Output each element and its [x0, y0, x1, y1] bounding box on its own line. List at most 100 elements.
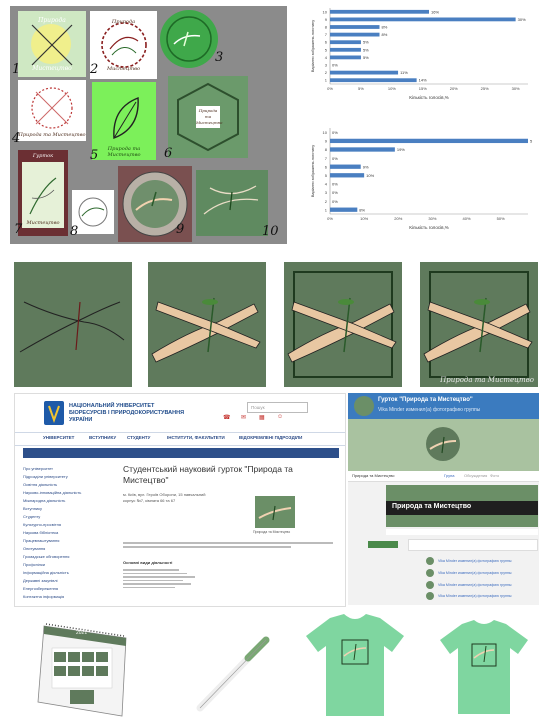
variant-number-6: 6 [164, 146, 173, 161]
variant-6-text-3: Мистецтво [196, 120, 223, 125]
sidebar-item-student[interactable]: Студенту [23, 514, 40, 519]
site-main-nav: УНІВЕРСИТЕТ ВСТУПНИКУ СТУДЕНТУ ІНСТИТУТИ… [15, 432, 345, 446]
group-left-tab[interactable]: Природа та Мистецтво [352, 473, 395, 478]
tab-group[interactable]: Група [444, 473, 455, 478]
tab-discussions[interactable]: Обсуждения [464, 473, 487, 478]
nav-institutes[interactable]: ІНСТИТУТИ, ФАКУЛЬТЕТИ [167, 435, 225, 440]
mail-icon[interactable]: ✉ [241, 414, 246, 421]
variant-number-9: 9 [176, 222, 185, 237]
hand-sketch-2-drawing [151, 297, 261, 363]
sidebar-item-contacts[interactable]: Контактна інформація [23, 594, 64, 599]
group-title[interactable]: Гурток "Природа та Мистецтво" [378, 397, 473, 403]
chart-2-y-tick-4: 6 [325, 164, 328, 169]
sidebar-item-applicant[interactable]: Вступнику [23, 506, 42, 511]
university-crest-icon [44, 401, 64, 425]
vote-chart-1: 0% 5% 10% 15% 20% 25% 30%10 16%9 30%8 8%7 8%6 5%5 5%… [308, 4, 536, 102]
variant-tile-1: Природа Мистецтво [18, 11, 86, 77]
user-icon[interactable]: ☺ [277, 414, 283, 420]
nav-university[interactable]: УНІВЕРСИТЕТ [43, 435, 74, 440]
chart-1-x-tick-6: 30% [512, 86, 520, 91]
sidebar-item-info[interactable]: Інформаційна діяльність [23, 570, 69, 575]
chart-1-bar-4 [330, 40, 361, 45]
chart-2-data-label-2: 19% [397, 147, 405, 152]
chart-2-x-label: Кількість голосів,% [409, 225, 448, 230]
chart-2-y-tick-3: 7 [325, 156, 328, 161]
chart-1-x-tick-5: 25% [481, 86, 489, 91]
variant-4-text: Природа та Мистецтво [18, 132, 86, 138]
phone-icon[interactable]: ☎ [223, 414, 230, 421]
club-logo-drawing [258, 505, 292, 521]
variant-tile-5: Природа та Мистецтво [92, 82, 156, 160]
chart-2-data-label-8: 0% [332, 199, 338, 204]
social-group-page: Гурток "Природа та Мистецтво" Vika Minde… [348, 393, 539, 605]
chart-1-bar-6 [330, 55, 361, 60]
chart-1-y-tick-4: 6 [325, 40, 328, 45]
chart-1-data-label-5: 5% [363, 47, 369, 52]
feed-post-4-text[interactable]: Vika Minder изменил(а) фотографию группы [438, 594, 512, 598]
search-input[interactable]: Пошук [247, 402, 308, 413]
join-button[interactable] [368, 541, 398, 548]
sidebar-item-units[interactable]: Підрозділи університету [23, 474, 68, 479]
chart-1-y-tick-9: 1 [325, 78, 328, 83]
hand-sketch-3 [284, 262, 402, 387]
chart-1-data-label-7: 0% [332, 63, 338, 68]
sidebar-item-energy[interactable]: Енергозбереження [23, 586, 58, 591]
sidebar-item-employment[interactable]: Працевлаштування [23, 538, 59, 543]
feed-post-3-text[interactable]: Vika Minder изменил(а) фотографию группы [438, 583, 512, 587]
address-line-2: корпус №7, кімната 66 та 67 [123, 498, 176, 503]
feed-post-4: Vika Minder изменил(а) фотографию группы [368, 592, 518, 605]
group-banner-name: Природа та Мистецтво [392, 503, 472, 510]
post-compose-input[interactable] [408, 539, 538, 551]
chart-1-y-tick-3: 7 [325, 32, 328, 37]
sidebar-item-survey[interactable]: Опитування [23, 546, 45, 551]
chart-1-data-label-6: 5% [363, 55, 369, 60]
chart-1-x-tick-3: 15% [419, 86, 427, 91]
variant-7-header: Гурток [32, 153, 54, 159]
chart-2-bar-9 [330, 207, 358, 212]
chart-1-bar-1 [330, 17, 516, 22]
calendar-icon[interactable]: ▦ [259, 414, 265, 421]
chart-1-y-label: Варіанти зображень логотипу [311, 20, 315, 72]
chart-2-data-label-0: 0% [332, 130, 338, 135]
sidebar-item-about[interactable]: Про університет [23, 466, 53, 471]
variant-6-text-2: та [204, 114, 212, 119]
university-name-1: НАЦІОНАЛЬНИЙ УНІВЕРСИТЕТ [69, 403, 155, 409]
sidebar-item-education[interactable]: Освітня діяльність [23, 482, 57, 487]
chart-1-y-tick-7: 3 [325, 63, 328, 68]
sidebar-item-library[interactable]: Наукова бібліотека [23, 530, 58, 535]
hand-sketch-4-drawing [423, 271, 533, 378]
tab-photos[interactable]: Фото [490, 473, 499, 478]
chart-2-data-label-6: 0% [332, 182, 338, 187]
sidebar-item-culture[interactable]: Культурно-просвітня [23, 522, 61, 527]
chart-1-bar-2 [330, 25, 380, 29]
variant-tile-4: Природа та Мистецтво [18, 80, 86, 141]
chart-2-x-tick-3: 30% [428, 216, 436, 221]
chart-2-bar-4 [330, 164, 361, 169]
sidebar-item-union[interactable]: Профспілки [23, 562, 45, 567]
activity-list [123, 567, 203, 590]
sidebar-item-international[interactable]: Міжнародна діяльність [23, 498, 65, 503]
feed-post-2-text[interactable]: Vika Minder изменил(а) фотографию группы [438, 571, 512, 575]
chart-2-y-tick-5: 5 [325, 173, 328, 178]
hand-caption: Природа та Мистецтво [440, 376, 534, 384]
hand-sketch-4: Природа та Мистецтво [420, 262, 538, 387]
chart-2-bar-2 [330, 147, 395, 152]
nav-branches[interactable]: ВІДОКРЕМЛЕНІ ПІДРОЗДІЛИ [239, 435, 302, 440]
feed-post-1-text[interactable]: Vika Minder изменил(а) фотографию группы [438, 559, 512, 563]
header-icons: ☎ ✉ ▦ ☺ [219, 414, 309, 422]
variant-10-drawing [203, 185, 259, 215]
chart-2-data-label-4: 9% [363, 164, 369, 169]
variant-8-drawing [78, 197, 108, 227]
nav-student[interactable]: СТУДЕНТУ [127, 435, 150, 440]
chart-2-bar-5 [330, 173, 365, 178]
group-avatar[interactable] [354, 396, 374, 416]
chart-2-x-tick-4: 40% [463, 216, 471, 221]
nav-applicant[interactable]: ВСТУПНИКУ [89, 435, 116, 440]
sidebar-item-procurement[interactable]: Державні закупівлі [23, 578, 58, 583]
chart-1-y-tick-6: 4 [325, 55, 328, 60]
sidebar-item-discussion[interactable]: Громадське обговорення [23, 554, 69, 559]
chart-2-data-label-9: 8% [359, 207, 365, 212]
sidebar-item-research[interactable]: Науково-інноваційна діяльність [23, 490, 81, 495]
variant-tile-8 [72, 190, 114, 234]
chart-2-x-tick-0: 0% [327, 216, 333, 221]
